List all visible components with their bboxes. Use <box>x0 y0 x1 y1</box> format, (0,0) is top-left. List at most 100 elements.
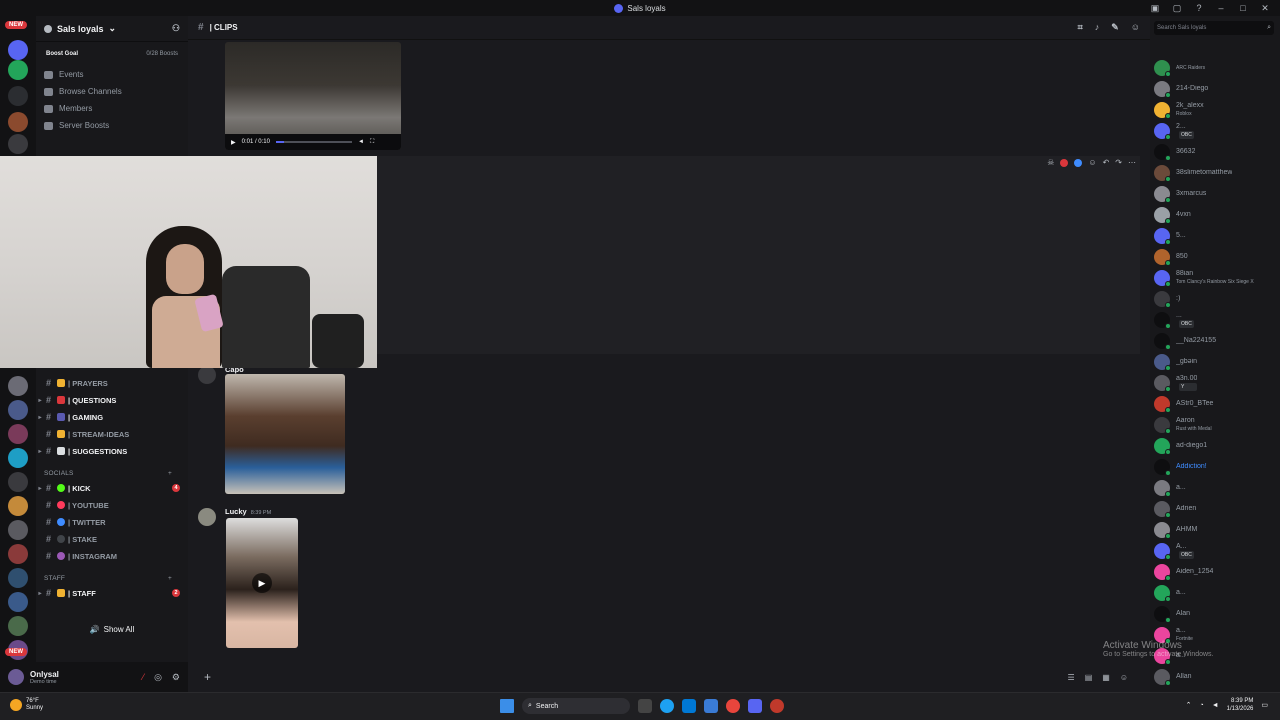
server-icon[interactable] <box>8 60 28 80</box>
server-icon[interactable] <box>8 496 28 516</box>
sticker-icon[interactable]: ▦ <box>1102 673 1110 682</box>
taskbar-search[interactable]: ⌕ Search <box>522 698 630 714</box>
channel-stake[interactable]: # | STAKE <box>36 531 188 547</box>
headphones-icon[interactable]: ◎ <box>154 672 162 683</box>
weather-widget[interactable]: 76°F Sunny <box>10 698 43 712</box>
add-channel-icon[interactable]: + <box>168 470 172 477</box>
play-icon[interactable]: ▶ <box>231 139 236 146</box>
member-item[interactable]: ad-diego1 <box>1154 436 1280 456</box>
member-item[interactable]: a... <box>1154 583 1280 603</box>
member-item[interactable]: Alan <box>1154 604 1280 624</box>
channel-questions[interactable]: ▸ # | QUESTIONS <box>36 392 188 408</box>
show-all-button[interactable]: 🔊 Show All <box>36 621 188 637</box>
member-item[interactable]: 38slimetomatthew <box>1154 163 1280 183</box>
reply-icon[interactable]: ↶ <box>1103 158 1110 167</box>
skull-reaction-icon[interactable]: ☠ <box>1047 158 1054 167</box>
channel-staff[interactable]: ▸ # | STAFF 2 <box>36 585 188 601</box>
member-item[interactable]: Aaron Rust with Medal <box>1154 415 1280 435</box>
add-reaction-icon[interactable]: ☺ <box>1088 158 1096 167</box>
member-item[interactable]: 850 <box>1154 247 1280 267</box>
message-composer[interactable]: + ☰ ▤ ▦ ☺ <box>194 666 1138 688</box>
blue-reaction-icon[interactable] <box>1074 158 1083 167</box>
edge-icon[interactable] <box>660 699 674 713</box>
avatar[interactable] <box>198 366 216 384</box>
member-item[interactable]: 2k_alexx Roblox <box>1154 100 1280 120</box>
server-icon[interactable] <box>8 520 28 540</box>
channel-youtube[interactable]: # | YOUTUBE <box>36 497 188 513</box>
category-staff[interactable]: STAFF + <box>44 575 172 582</box>
heart-reaction-icon[interactable] <box>1060 158 1069 167</box>
notification-icon[interactable]: ▭ <box>1261 701 1268 709</box>
member-item[interactable]: ARC Raiders <box>1154 58 1280 78</box>
member-item[interactable]: 88ian Tom Clancy's Rainbow Six Siege X <box>1154 268 1280 288</box>
play-icon[interactable]: ▶ <box>252 573 272 593</box>
app-icon[interactable] <box>704 699 718 713</box>
server-icon[interactable] <box>8 134 28 154</box>
help-icon[interactable]: ? <box>1194 3 1204 13</box>
server-icon[interactable] <box>8 616 28 636</box>
gift-icon[interactable]: ☰ <box>1068 673 1075 682</box>
emoji-icon[interactable]: ☺ <box>1120 673 1128 682</box>
forward-icon[interactable]: ↷ <box>1115 158 1122 167</box>
server-icon[interactable] <box>8 568 28 588</box>
gear-icon[interactable]: ⚙ <box>172 672 180 683</box>
server-icon[interactable] <box>8 40 28 60</box>
member-item[interactable]: 2... OBC <box>1154 121 1280 141</box>
gif-icon[interactable]: ▤ <box>1085 673 1093 682</box>
member-item[interactable]: __Na224155 <box>1154 331 1280 351</box>
screen-share-icon[interactable]: ▢ <box>1172 3 1182 13</box>
message-author[interactable]: Lucky 8:39 PM <box>225 507 271 516</box>
member-item[interactable]: ... OBC <box>1154 310 1280 330</box>
pin-icon[interactable]: ✎ <box>1111 22 1119 33</box>
server-icon[interactable] <box>8 424 28 444</box>
member-item[interactable]: Adrien <box>1154 499 1280 519</box>
member-item[interactable]: A... OBC <box>1154 541 1280 561</box>
server-icon[interactable] <box>8 592 28 612</box>
chevron-up-icon[interactable]: ⌃ <box>1186 701 1192 709</box>
obs-icon[interactable] <box>770 699 784 713</box>
avatar[interactable] <box>198 508 216 526</box>
channel-twitter[interactable]: # | TWITTER <box>36 514 188 530</box>
category-socials[interactable]: SOCIALS + <box>44 470 172 477</box>
add-channel-icon[interactable]: + <box>168 575 172 582</box>
close-icon[interactable]: ✕ <box>1260 3 1270 13</box>
server-icon[interactable] <box>8 376 28 396</box>
server-icon[interactable] <box>8 472 28 492</box>
member-item[interactable]: 3xmarcus <box>1154 184 1280 204</box>
video-attachment[interactable]: ▶ 0:01 / 0:10 ◄ ⛶ <box>225 42 401 150</box>
more-icon[interactable]: ⋯ <box>1128 158 1136 167</box>
member-item[interactable]: AHMM <box>1154 520 1280 540</box>
video-attachment[interactable]: ▶ <box>226 518 298 648</box>
channel-stream-ideas[interactable]: # | STREAM-IDEAS <box>36 426 188 442</box>
server-icon[interactable] <box>8 112 28 132</box>
boost-goal[interactable]: Boost Goal 0/28 Boosts <box>40 46 184 62</box>
nav-server-boosts[interactable]: Server Boosts <box>36 117 188 134</box>
channel-instagram[interactable]: # | INSTAGRAM <box>36 548 188 564</box>
video-progress[interactable] <box>275 141 352 143</box>
member-item[interactable]: :) <box>1154 289 1280 309</box>
chrome-icon[interactable] <box>726 699 740 713</box>
task-view-icon[interactable] <box>638 699 652 713</box>
member-item[interactable]: a... <box>1154 478 1280 498</box>
member-item[interactable]: _gbәin <box>1154 352 1280 372</box>
member-item[interactable]: 5... <box>1154 226 1280 246</box>
discord-icon[interactable] <box>748 699 762 713</box>
server-icon[interactable] <box>8 400 28 420</box>
minimize-icon[interactable]: – <box>1216 3 1226 13</box>
maximize-icon[interactable]: □ <box>1238 3 1248 13</box>
channel-gaming[interactable]: ▸ # | GAMING <box>36 409 188 425</box>
member-item[interactable]: 36632 <box>1154 142 1280 162</box>
server-icon[interactable] <box>8 448 28 468</box>
nav-events[interactable]: Events <box>36 66 188 83</box>
guild-header[interactable]: Sals loyals ⌄ ⚇ <box>36 16 188 42</box>
bell-icon[interactable]: ♪ <box>1095 22 1100 33</box>
wifi-icon[interactable]: ◔ <box>1200 702 1204 709</box>
nav-browse-channels[interactable]: Browse Channels <box>36 83 188 100</box>
image-attachment[interactable] <box>225 374 345 494</box>
member-item[interactable]: 214-Diego <box>1154 79 1280 99</box>
channel-prayers[interactable]: # | PRAYERS <box>36 375 188 391</box>
store-icon[interactable] <box>682 699 696 713</box>
member-item[interactable]: Addiction! <box>1154 457 1280 477</box>
channel-kick[interactable]: ▸ # | KICK 4 <box>36 480 188 496</box>
mute-icon[interactable]: ⁄ <box>143 672 145 683</box>
